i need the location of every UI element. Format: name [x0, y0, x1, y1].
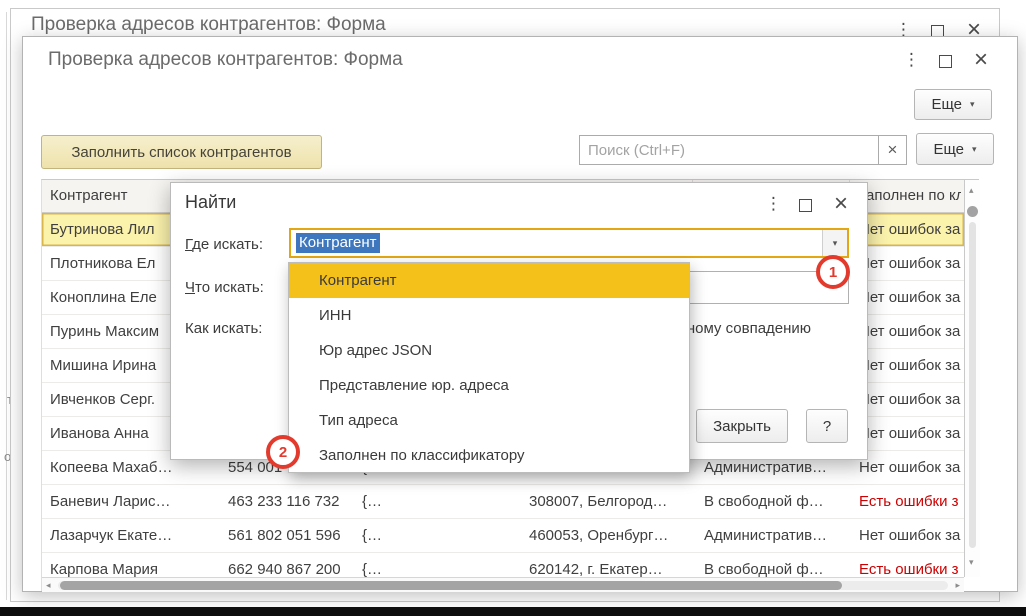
page-title: Проверка адресов контрагентов: Форма — [48, 49, 403, 71]
search-box: × — [579, 135, 907, 165]
cell-address-type: Административ… — [704, 519, 854, 552]
vertical-scrollbar-track[interactable] — [969, 222, 976, 548]
cell-contractor: Баневич Ларис… — [50, 485, 218, 518]
table-row[interactable]: Лазарчук Екате… 561 802 051 596 {… 46005… — [42, 519, 964, 553]
more-button-search[interactable]: Еще ▾ — [916, 133, 994, 165]
scroll-right-icon[interactable]: ▸ — [955, 581, 960, 590]
cell-address-json: {… — [362, 519, 522, 552]
taskbar-strip — [0, 607, 1026, 616]
annotation-badge-2: 2 — [266, 435, 300, 469]
what-search-label: Что искать: — [185, 273, 264, 303]
cell-address-json: {… — [362, 485, 522, 518]
screenshot-canvas: то од, Проверка адресов контрагентов: Фо… — [0, 0, 1026, 616]
where-search-label: Где искать: — [185, 230, 263, 260]
dropdown-item-address-type[interactable]: Тип адреса — [289, 403, 689, 438]
dropdown-item-address-repr[interactable]: Представление юр. адреса — [289, 368, 689, 403]
background-window-edge — [6, 12, 7, 600]
horizontal-scrollbar-thumb[interactable] — [60, 581, 842, 590]
help-button[interactable]: ? — [806, 409, 848, 443]
dropdown-item-address-json[interactable]: Юр адрес JSON — [289, 333, 689, 368]
window-maximize-icon[interactable] — [799, 199, 812, 212]
cell-address-repr: 308007, Белгород… — [529, 485, 699, 518]
search-clear-icon[interactable]: × — [878, 136, 906, 164]
combobox-dropdown-button[interactable]: ▾ — [822, 230, 847, 256]
dropdown-item-filled-by-classifier[interactable]: Заполнен по классификатору — [289, 438, 689, 473]
horizontal-scrollbar[interactable]: ◂ ▸ — [42, 577, 964, 592]
cell-status: Нет ошибок за — [859, 383, 962, 416]
cell-status: Нет ошибок за — [859, 349, 962, 382]
cell-status: Нет ошибок за — [859, 315, 962, 348]
accel-letter: Ч — [185, 279, 195, 296]
more-button-label: Еще — [933, 141, 964, 158]
cell-inn: 463 233 116 732 — [228, 485, 360, 518]
cell-inn: 561 802 051 596 — [228, 519, 360, 552]
background-window-title: Проверка адресов контрагентов: Форма — [31, 14, 386, 36]
scroll-left-icon[interactable]: ◂ — [46, 581, 51, 590]
dropdown-item-contractor[interactable]: Контрагент — [289, 263, 689, 298]
window-menu-icon[interactable]: ⋮ — [765, 195, 782, 213]
fill-contractor-list-button[interactable]: Заполнить список контрагентов — [41, 135, 322, 169]
cell-address-repr: 620142, г. Екатер… — [529, 553, 699, 577]
more-button-label: Еще — [931, 96, 962, 113]
cell-inn: 662 940 867 200 — [228, 553, 360, 577]
cell-status: Нет ошибок за — [859, 417, 962, 450]
dialog-title: Найти — [185, 192, 236, 213]
search-input[interactable] — [580, 136, 878, 164]
more-button-top[interactable]: Еще ▾ — [914, 89, 992, 120]
vertical-scrollbar[interactable]: ▴ ▾ — [964, 180, 980, 577]
cell-status: Нет ошибок за — [859, 451, 962, 484]
cell-status: Есть ошибки з — [859, 485, 962, 518]
cell-address-json: {… — [362, 553, 522, 577]
close-button-label: Закрыть — [713, 418, 771, 435]
cell-status: Нет ошибок за — [859, 281, 962, 314]
cell-status: Нет ошибок за — [859, 247, 962, 280]
window-close-icon[interactable]: × — [834, 195, 848, 213]
label-rest: де искать: — [192, 236, 263, 253]
window-close-icon[interactable]: × — [974, 51, 988, 69]
cell-contractor: Карпова Мария — [50, 553, 218, 577]
vertical-scrollbar-thumb[interactable] — [967, 206, 978, 217]
column-header-contractor[interactable]: Контрагент — [50, 180, 128, 212]
how-search-label: Как искать: — [185, 314, 262, 344]
table-row[interactable]: Баневич Ларис… 463 233 116 732 {… 308007… — [42, 485, 964, 519]
window-menu-icon[interactable]: ⋮ — [903, 51, 920, 69]
combobox-selected-value: Контрагент — [296, 233, 380, 253]
window-maximize-icon[interactable] — [939, 55, 952, 68]
cell-status: Есть ошибки з — [859, 553, 962, 577]
cell-address-type: В свободной ф… — [704, 553, 854, 577]
close-button[interactable]: Закрыть — [696, 409, 788, 443]
chevron-down-icon: ▾ — [970, 99, 975, 110]
cell-status: Нет ошибок за — [859, 519, 962, 552]
help-button-label: ? — [823, 418, 831, 435]
column-header-filled-by-classifier[interactable]: Заполнен по кл — [857, 180, 961, 212]
scroll-up-icon[interactable]: ▴ — [969, 186, 974, 195]
cell-address-type: В свободной ф… — [704, 485, 854, 518]
dropdown-item-inn[interactable]: ИНН — [289, 298, 689, 333]
cell-address-repr: 460053, Оренбург… — [529, 519, 699, 552]
cell-status: Нет ошибок за — [859, 213, 962, 246]
table-row[interactable]: Карпова Мария 662 940 867 200 {… 620142,… — [42, 553, 964, 577]
label-rest: то искать: — [195, 279, 264, 296]
chevron-down-icon: ▾ — [972, 144, 977, 155]
annotation-badge-1: 1 — [816, 255, 850, 289]
scroll-down-icon[interactable]: ▾ — [969, 558, 974, 567]
where-search-dropdown-list: Контрагент ИНН Юр адрес JSON Представлен… — [288, 262, 690, 473]
cell-contractor: Лазарчук Екате… — [50, 519, 218, 552]
where-search-combobox[interactable]: Контрагент ▾ — [289, 228, 849, 258]
fill-button-label: Заполнить список контрагентов — [71, 144, 291, 161]
